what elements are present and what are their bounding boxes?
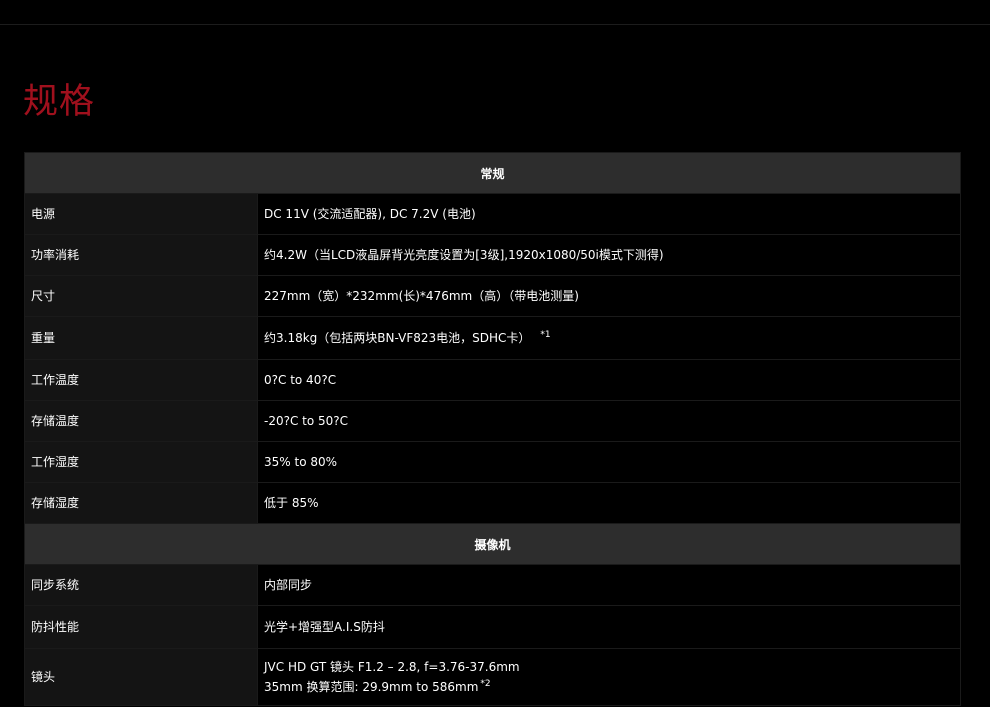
spec-label: 镜头 (24, 648, 258, 706)
table-row: 工作湿度 35% to 80% (24, 441, 962, 483)
section-header-camera: 摄像机 (23, 523, 962, 565)
spec-label: 同步系统 (24, 564, 258, 606)
spec-label: 重量 (24, 316, 258, 360)
table-row: 工作温度 0?C to 40?C (24, 359, 962, 401)
spec-value: 光学+增强型A.I.S防抖 (256, 605, 962, 649)
spec-table: 常规 电源 DC 11V (交流适配器), DC 7.2V (电池) 功率消耗 … (23, 152, 962, 706)
spec-label: 工作温度 (24, 359, 258, 401)
spec-value: 内部同步 (256, 564, 962, 606)
table-row: 存储湿度 低于 85% (24, 482, 962, 524)
spec-value: 0?C to 40?C (256, 359, 962, 401)
spec-label: 防抖性能 (24, 605, 258, 649)
footnote-marker: *1 (540, 330, 551, 340)
section-header-general: 常规 (23, 152, 962, 194)
spec-value-line-2: 35mm 换算范围: 29.9mm to 586mm *2 (264, 677, 954, 697)
top-divider (0, 24, 990, 25)
spec-label: 工作湿度 (24, 441, 258, 483)
spec-value-line: 35mm 换算范围: 29.9mm to 586mm (264, 680, 479, 694)
section-heading: 常规 (23, 152, 962, 194)
spec-label: 存储湿度 (24, 482, 258, 524)
spec-value-cell: 约3.18kg（包括两块BN-VF823电池，SDHC卡） *1 (256, 316, 962, 360)
table-row: 存储温度 -20?C to 50?C (24, 400, 962, 442)
section-heading: 摄像机 (23, 523, 962, 565)
page-title: 规格 (23, 82, 96, 122)
table-row: 重量 约3.18kg（包括两块BN-VF823电池，SDHC卡） *1 (24, 316, 962, 360)
table-row: 同步系统 内部同步 (24, 564, 962, 606)
table-row: 镜头 JVC HD GT 镜头 F1.2 – 2.8, f=3.76-37.6m… (24, 648, 962, 706)
spec-value: DC 11V (交流适配器), DC 7.2V (电池) (256, 193, 962, 235)
spec-value-line: JVC HD GT 镜头 F1.2 – 2.8, f=3.76-37.6mm (264, 660, 520, 674)
spec-value-cell: JVC HD GT 镜头 F1.2 – 2.8, f=3.76-37.6mm 3… (256, 648, 962, 706)
spec-label: 尺寸 (24, 275, 258, 317)
spec-value: 约4.2W（当LCD液晶屏背光亮度设置为[3级],1920x1080/50i模式… (256, 234, 962, 276)
spec-value: -20?C to 50?C (256, 400, 962, 442)
spec-label: 存储温度 (24, 400, 258, 442)
spec-value: 约3.18kg（包括两块BN-VF823电池，SDHC卡） (264, 331, 531, 345)
table-row: 电源 DC 11V (交流适配器), DC 7.2V (电池) (24, 193, 962, 235)
spec-value: 低于 85% (256, 482, 962, 524)
table-row: 防抖性能 光学+增强型A.I.S防抖 (24, 605, 962, 649)
spec-value: 227mm（宽）*232mm(长)*476mm（高）（带电池测量) (256, 275, 962, 317)
spec-label: 功率消耗 (24, 234, 258, 276)
table-row: 尺寸 227mm（宽）*232mm(长)*476mm（高）（带电池测量) (24, 275, 962, 317)
spec-label: 电源 (24, 193, 258, 235)
footnote-marker: *2 (480, 679, 491, 689)
table-row: 功率消耗 约4.2W（当LCD液晶屏背光亮度设置为[3级],1920x1080/… (24, 234, 962, 276)
spec-value: 35% to 80% (256, 441, 962, 483)
